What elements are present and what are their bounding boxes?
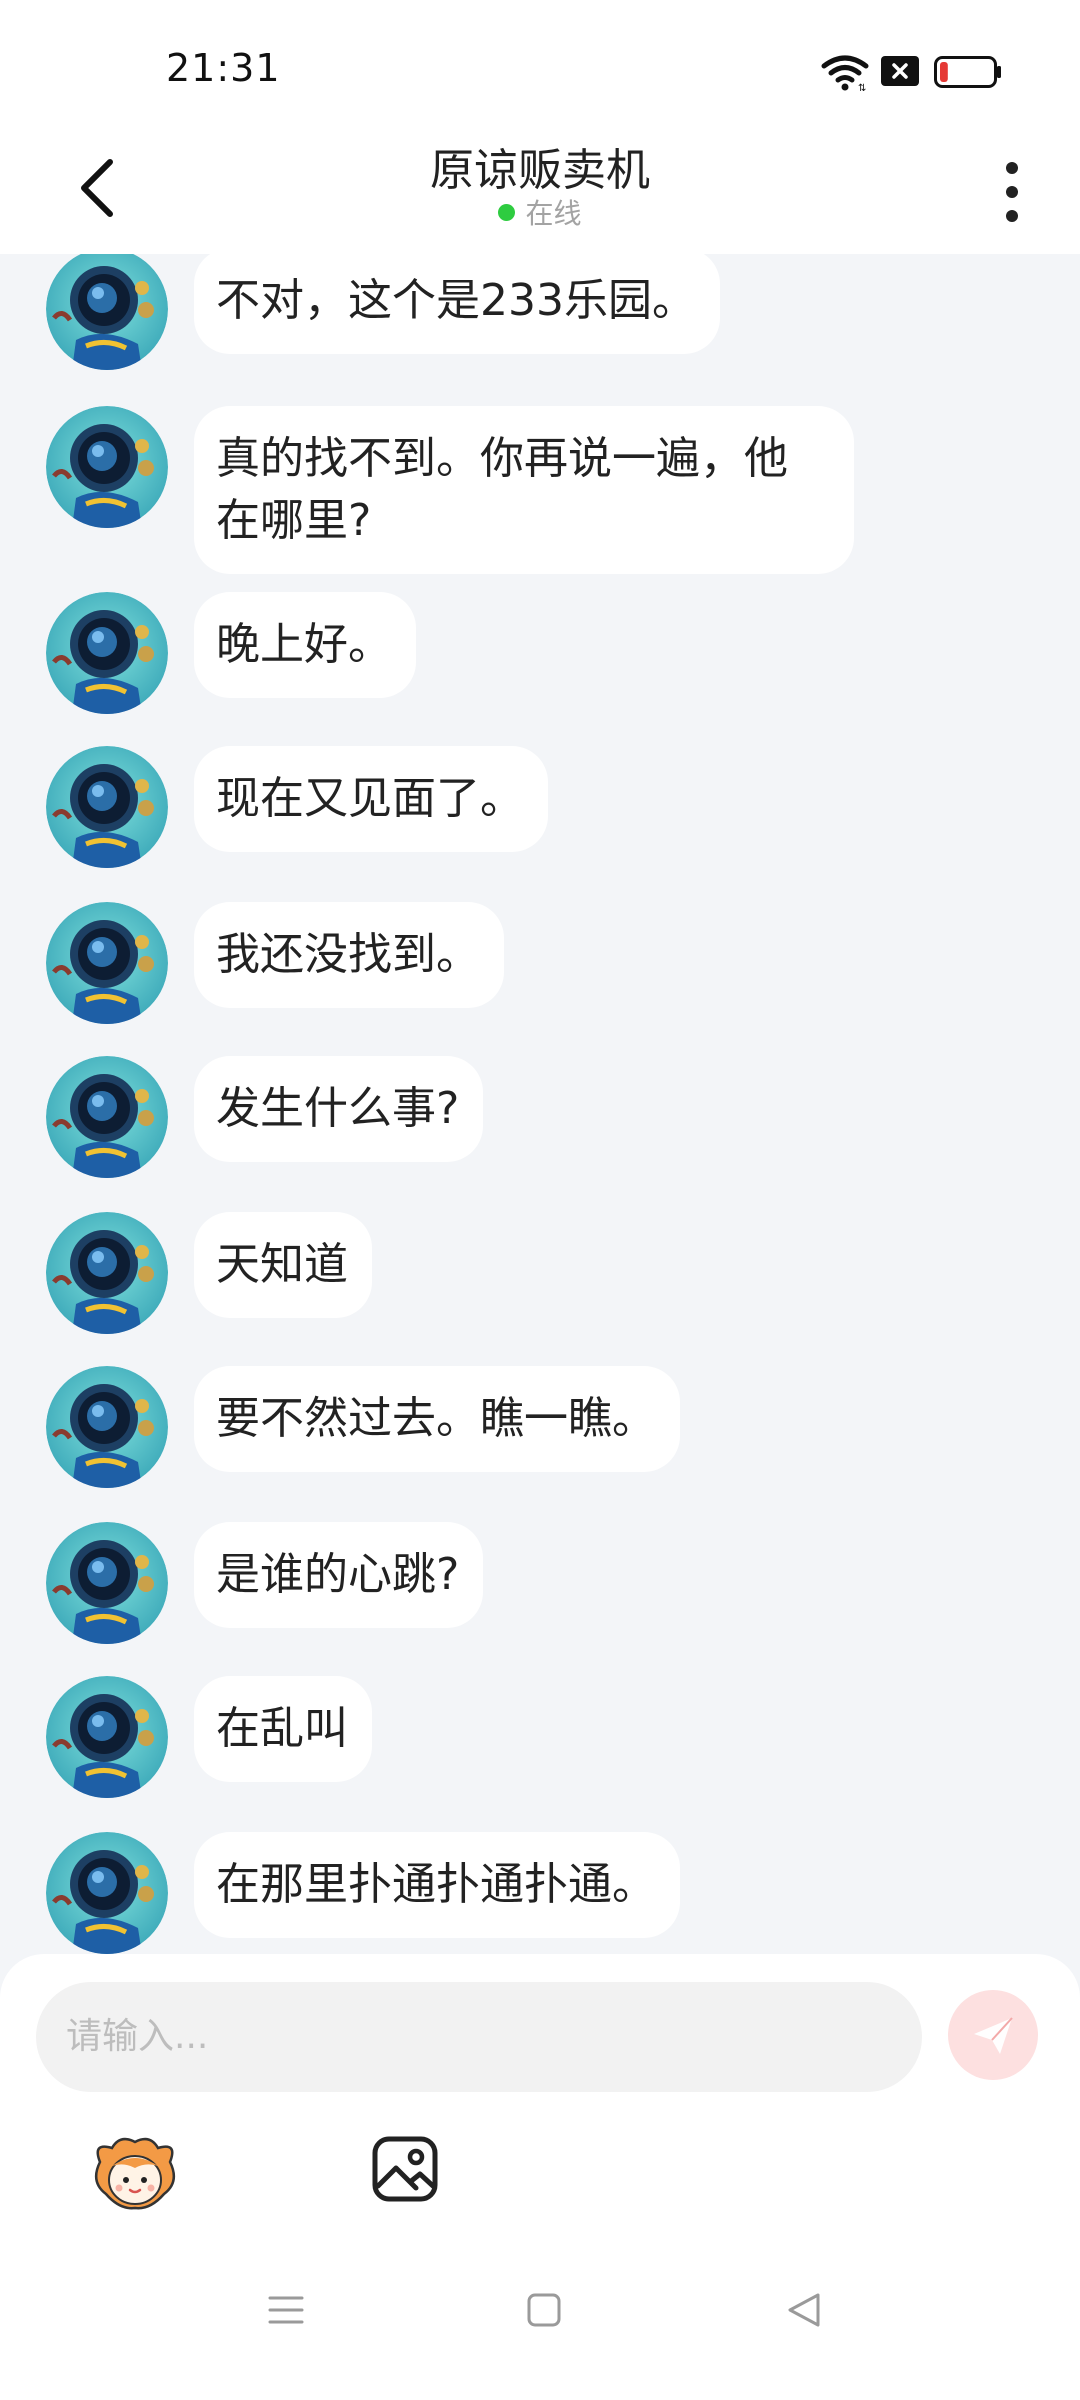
status-time: 21:31 bbox=[166, 46, 281, 90]
battery-icon bbox=[934, 56, 1001, 88]
message-list[interactable]: 不对，这个是233乐园。真的找不到。你再说一遍，他在哪里? 晚上好。现在又见面了。… bbox=[0, 254, 1080, 1954]
avatar[interactable] bbox=[46, 902, 168, 1024]
message-bubble[interactable]: 在那里扑通扑通扑通。 bbox=[194, 1832, 680, 1938]
status-bar: 21:31 ⇅ bbox=[0, 0, 1080, 130]
avatar[interactable] bbox=[46, 746, 168, 868]
avatar[interactable] bbox=[46, 1522, 168, 1644]
menu-icon[interactable] bbox=[266, 2290, 306, 2330]
avatar[interactable] bbox=[46, 1056, 168, 1178]
message-bubble[interactable]: 发生什么事? bbox=[194, 1056, 484, 1162]
avatar[interactable] bbox=[46, 1212, 168, 1334]
home-icon[interactable] bbox=[526, 2292, 562, 2328]
avatar[interactable] bbox=[46, 1366, 168, 1488]
sim-blocked-icon bbox=[881, 56, 919, 86]
message-bubble[interactable]: 我还没找到。 bbox=[194, 902, 504, 1008]
chat-header: 原谅贩卖机 在线 bbox=[0, 130, 1080, 254]
message-bubble[interactable]: 晚上好。 bbox=[194, 592, 416, 698]
send-button[interactable] bbox=[948, 1990, 1038, 2080]
gallery-icon[interactable] bbox=[370, 2134, 440, 2204]
svg-text:⇅: ⇅ bbox=[858, 83, 866, 92]
message-bubble[interactable]: 天知道 bbox=[194, 1212, 372, 1318]
message-bubble[interactable]: 在乱叫 bbox=[194, 1676, 372, 1782]
message-bubble[interactable]: 现在又见面了。 bbox=[194, 746, 548, 852]
message-bubble[interactable]: 是谁的心跳? bbox=[194, 1522, 484, 1628]
chat-title: 原谅贩卖机 bbox=[430, 145, 650, 196]
message-bubble[interactable]: 真的找不到。你再说一遍，他在哪里? bbox=[194, 406, 854, 574]
online-dot-icon bbox=[498, 203, 516, 221]
avatar[interactable] bbox=[46, 254, 168, 370]
avatar[interactable] bbox=[46, 592, 168, 714]
online-status-label: 在线 bbox=[525, 197, 582, 230]
system-nav-bar bbox=[0, 2290, 1080, 2400]
message-bubble[interactable]: 不对，这个是233乐园。 bbox=[194, 254, 720, 354]
avatar[interactable] bbox=[46, 1676, 168, 1798]
avatar[interactable] bbox=[46, 1832, 168, 1954]
mascot-face-icon[interactable] bbox=[90, 2132, 180, 2212]
more-options-icon[interactable] bbox=[990, 152, 1034, 232]
message-bubble[interactable]: 要不然过去。瞧一瞧。 bbox=[194, 1366, 680, 1472]
online-status: 在线 bbox=[0, 192, 1080, 232]
back-triangle-icon[interactable] bbox=[784, 2290, 824, 2330]
avatar[interactable] bbox=[46, 406, 168, 528]
send-icon bbox=[974, 2017, 1013, 2054]
message-input[interactable] bbox=[36, 1982, 922, 2092]
wifi-icon: ⇅ bbox=[821, 55, 869, 92]
